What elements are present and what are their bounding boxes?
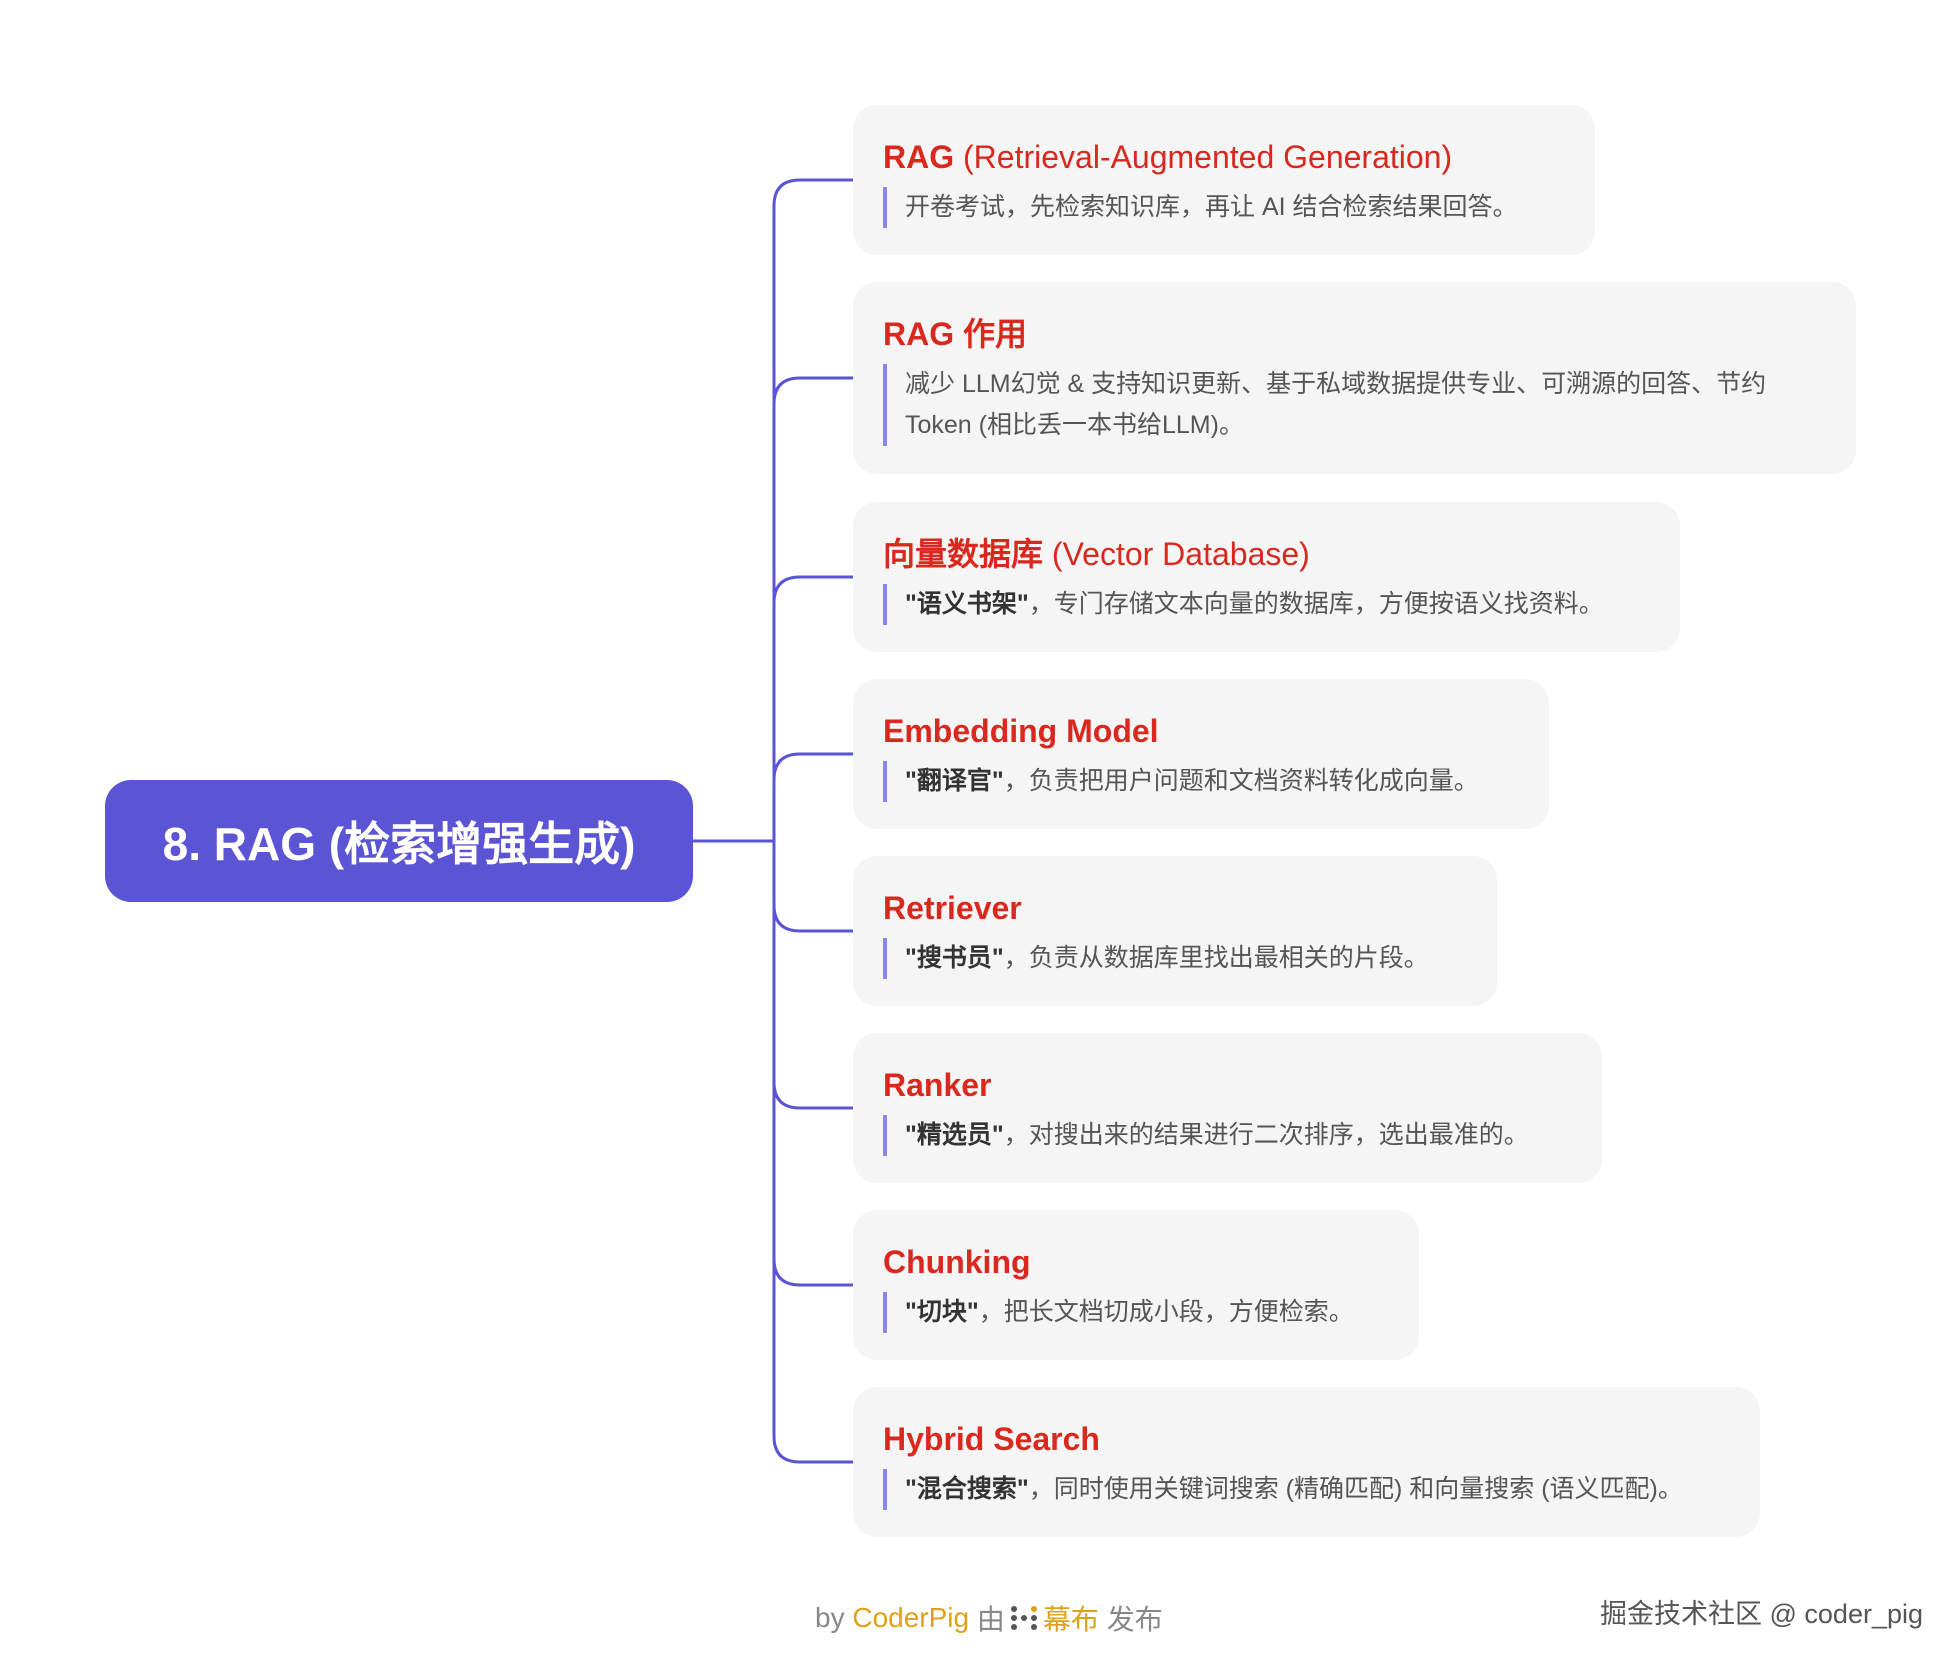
node-hybrid-search[interactable]: Hybrid Search "混合搜索"，同时使用关键词搜索 (精确匹配) 和向… [853, 1387, 1760, 1537]
footer-via: 由 [976, 1604, 1005, 1635]
node-description: "混合搜索"，同时使用关键词搜索 (精确匹配) 和向量搜索 (语义匹配)。 [883, 1469, 1730, 1510]
footer-author[interactable]: CoderPig [852, 1602, 969, 1634]
branch-line-5 [772, 1081, 853, 1110]
node-title: Chunking [883, 1244, 1031, 1280]
branch-line-6 [772, 1258, 853, 1287]
node-chunking[interactable]: Chunking "切块"，把长文档切成小段，方便检索。 [853, 1210, 1419, 1360]
footer-platform[interactable]: 幕布 [1043, 1598, 1099, 1638]
node-embedding-model[interactable]: Embedding Model "翻译官"，负责把用户问题和文档资料转化成向量。 [853, 679, 1549, 829]
node-description: "翻译官"，负责把用户问题和文档资料转化成向量。 [883, 761, 1519, 802]
branch-line-4 [772, 904, 853, 933]
node-ranker[interactable]: Ranker "精选员"，对搜出来的结果进行二次排序，选出最准的。 [853, 1033, 1602, 1183]
node-title: Retriever [883, 890, 1022, 926]
root-topic[interactable]: 8. RAG (检索增强生成) [105, 780, 693, 902]
node-description: 开卷考试，先检索知识库，再让 AI 结合检索结果回答。 [883, 187, 1565, 228]
node-description: "精选员"，对搜出来的结果进行二次排序，选出最准的。 [883, 1115, 1572, 1156]
node-description: "语义书架"，专门存储文本向量的数据库，方便按语义找资料。 [883, 584, 1650, 625]
footer-by: by [815, 1602, 845, 1633]
root-topic-label: 8. RAG (检索增强生成) [162, 818, 636, 870]
branch-line-0 [772, 178, 853, 207]
branch-line-1 [772, 376, 853, 405]
mubu-logo-icon [1010, 1606, 1037, 1630]
node-rag-purpose[interactable]: RAG 作用 减少 LLM幻觉 & 支持知识更新、基于私域数据提供专业、可溯源的… [853, 282, 1856, 474]
node-title: RAG 作用 [883, 316, 1028, 352]
watermark: 掘金技术社区 @ coder_pig [1600, 1599, 1923, 1629]
node-title: RAG (Retrieval-Augmented Generation) [883, 139, 1453, 175]
branch-line-2 [772, 575, 853, 604]
node-retriever[interactable]: Retriever "搜书员"，负责从数据库里找出最相关的片段。 [853, 856, 1497, 1006]
node-title: 向量数据库 (Vector Database) [883, 536, 1310, 572]
node-description: "搜书员"，负责从数据库里找出最相关的片段。 [883, 938, 1467, 979]
footer-action: 发布 [1106, 1604, 1163, 1635]
node-vector-database[interactable]: 向量数据库 (Vector Database) "语义书架"，专门存储文本向量的… [853, 502, 1680, 652]
node-title: Embedding Model [883, 713, 1159, 749]
branch-line-7 [772, 1435, 853, 1464]
branch-line-3 [772, 752, 853, 781]
node-title: Hybrid Search [883, 1421, 1100, 1457]
footer-credit: by CoderPig 由 幕布 发布 [815, 1598, 1163, 1638]
node-title: Ranker [883, 1067, 992, 1103]
node-description: "切块"，把长文档切成小段，方便检索。 [883, 1292, 1389, 1333]
node-description: 减少 LLM幻觉 & 支持知识更新、基于私域数据提供专业、可溯源的回答、节约 T… [883, 364, 1826, 446]
node-rag[interactable]: RAG (Retrieval-Augmented Generation) 开卷考… [853, 105, 1595, 255]
